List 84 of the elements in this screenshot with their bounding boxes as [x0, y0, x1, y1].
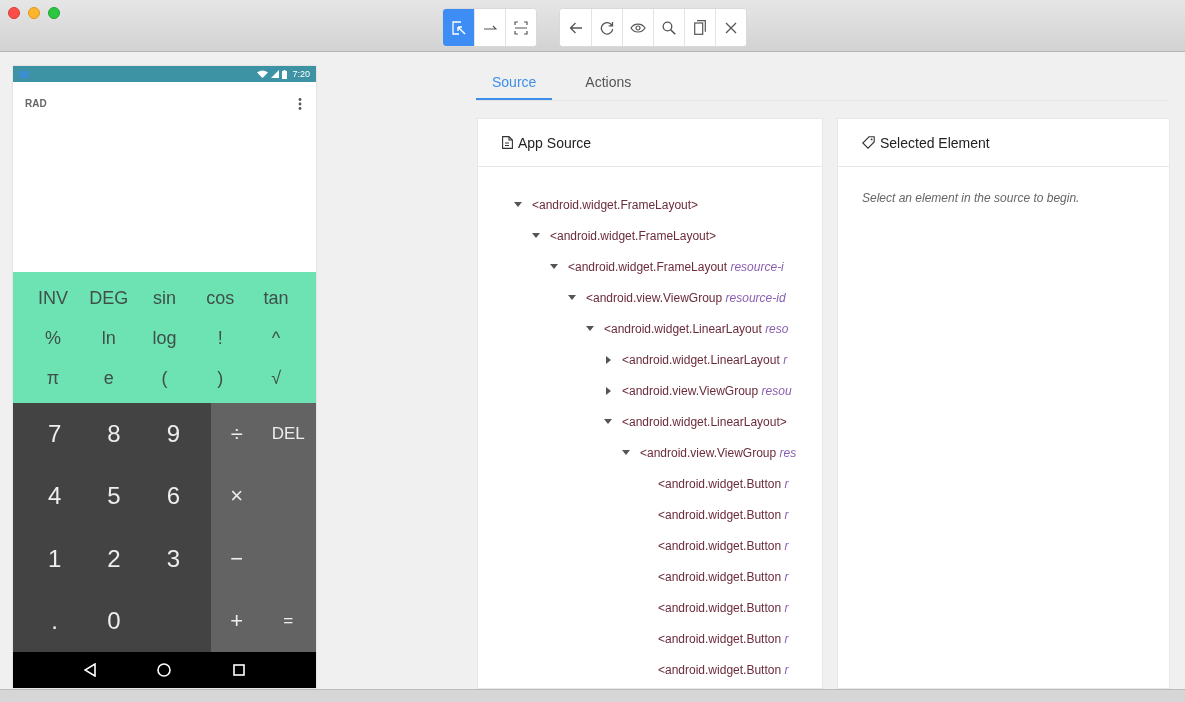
caret-down-icon[interactable] [586, 326, 594, 331]
calculator-key[interactable]: 5 [84, 465, 144, 528]
battery-icon [282, 69, 288, 79]
calculator-key[interactable]: 9 [143, 403, 203, 466]
calculator-key[interactable]: 3 [143, 527, 203, 590]
tree-node[interactable]: <android.widget.LinearLayout> [622, 414, 787, 429]
calculator-key[interactable]: ln [80, 318, 137, 359]
calculator-key[interactable]: 4 [25, 465, 85, 528]
calculator-key[interactable]: × [211, 465, 263, 528]
caret-right-icon[interactable] [606, 355, 611, 364]
calculator-key[interactable]: ÷ [211, 403, 263, 466]
calculator-key[interactable]: π [25, 358, 81, 399]
caret-down-icon[interactable] [550, 264, 558, 269]
signal-icon [271, 70, 280, 78]
calculator-key[interactable]: % [25, 318, 81, 359]
tree-node[interactable]: <android.widget.FrameLayout resource-i [568, 259, 784, 274]
calculator-key[interactable]: 1 [25, 527, 85, 590]
eye-icon [630, 22, 646, 33]
toolbar-button[interactable] [443, 9, 474, 46]
calculator-key[interactable]: 0 [84, 589, 144, 652]
caret-down-icon[interactable] [622, 450, 630, 455]
copy-icon [694, 20, 706, 35]
refresh-icon [600, 20, 614, 35]
calculator-key[interactable]: log [136, 318, 193, 359]
calculator-key[interactable]: INV [25, 278, 81, 319]
tree-node[interactable]: <android.view.ViewGroup resou [622, 383, 792, 398]
tree-node[interactable]: <android.widget.Button r [658, 600, 789, 615]
toolbar-button[interactable] [505, 9, 536, 46]
empty-state-text: Select an element in the source to begin. [861, 191, 1081, 205]
caret-down-icon[interactable] [514, 202, 522, 207]
tree-node[interactable]: <android.widget.Button r [658, 507, 789, 522]
search-icon [662, 20, 676, 35]
close-window-button[interactable] [8, 7, 20, 19]
back-icon [568, 21, 583, 34]
calculator-key[interactable]: + [211, 589, 263, 652]
calculator-key[interactable]: ) [192, 358, 249, 399]
calculator-key[interactable]: tan [248, 278, 304, 319]
calculator-key[interactable]: 8 [84, 403, 144, 466]
tree-node[interactable]: <android.widget.Button r [658, 662, 789, 677]
tree-node[interactable]: <android.view.ViewGroup resource-id [586, 290, 786, 305]
calculator-key[interactable]: e [80, 358, 137, 399]
calculator-key[interactable]: sin [136, 278, 193, 319]
calculator-key[interactable]: − [211, 527, 263, 590]
tree-node[interactable]: <android.widget.LinearLayout reso [604, 321, 789, 336]
wifi-icon [257, 70, 269, 78]
home-circle-icon[interactable] [157, 663, 172, 677]
tree-node[interactable]: <android.widget.FrameLayout> [550, 228, 717, 243]
tree-node[interactable]: <android.view.ViewGroup res [640, 445, 797, 460]
notification-icon [19, 70, 29, 78]
select-icon [451, 20, 466, 35]
back-triangle-icon[interactable] [83, 663, 96, 677]
document-icon [502, 136, 513, 149]
calculator-key[interactable]: = [262, 589, 314, 652]
calculator-key[interactable]: . [25, 589, 85, 652]
tree-node[interactable]: <android.widget.Button r [658, 538, 789, 553]
tree-node[interactable]: <android.widget.Button r [658, 631, 789, 646]
caret-down-icon[interactable] [532, 233, 540, 238]
close-icon [725, 21, 737, 34]
panel-title: Selected Element [879, 134, 990, 151]
calculator-key[interactable]: ^ [248, 318, 304, 359]
scan-frame-icon [514, 20, 528, 35]
calculator-key[interactable]: ! [192, 318, 249, 359]
tab[interactable]: Actions [569, 66, 648, 100]
more-options-icon[interactable] [298, 98, 302, 110]
tree-node[interactable]: <android.widget.FrameLayout> [532, 197, 699, 212]
calculator-key[interactable]: ( [136, 358, 193, 399]
tree-node[interactable]: <android.widget.LinearLayout r [622, 352, 788, 367]
calculator-key[interactable]: DEL [262, 403, 314, 466]
calculator-key[interactable]: 6 [143, 465, 203, 528]
angle-mode-label: RAD [25, 98, 47, 109]
caret-right-icon[interactable] [606, 386, 611, 395]
caret-down-icon[interactable] [604, 419, 612, 424]
calculator-key[interactable]: 2 [84, 527, 144, 590]
tag-icon [861, 136, 875, 149]
tree-node[interactable]: <android.widget.Button r [658, 569, 789, 584]
status-time: 7:20 [292, 69, 310, 79]
recents-square-icon[interactable] [233, 664, 246, 676]
calculator-key[interactable]: √ [248, 358, 304, 399]
calculator-key[interactable]: DEG [80, 278, 137, 319]
tree-node[interactable]: <android.widget.Button r [658, 476, 789, 491]
caret-down-icon[interactable] [568, 295, 576, 300]
calculator-key[interactable]: cos [192, 278, 249, 319]
calculator-key[interactable]: 7 [25, 403, 85, 466]
panel-title: App Source [518, 134, 592, 151]
